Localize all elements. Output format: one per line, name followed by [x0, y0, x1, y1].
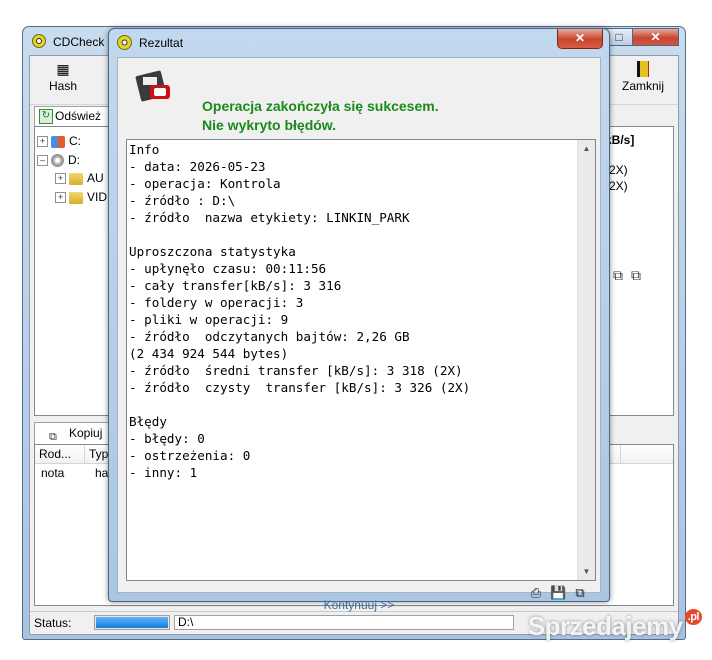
dialog-client-area: Operacja zakończyła się sukcesem. Nie wy…	[117, 57, 601, 612]
main-close-button[interactable]: ✕	[633, 28, 679, 46]
tree-item-label: D:	[68, 153, 80, 167]
hash-button-label: Hash	[48, 79, 77, 93]
tree-tab-strip: ↻ Odśwież	[30, 106, 120, 126]
watermark-badge: .pl	[684, 609, 702, 625]
tree-item-label: AU	[87, 171, 104, 185]
tree-item-label: C:	[69, 134, 81, 148]
status-progress-fill	[96, 617, 168, 628]
watermark-text: Sprzedajemy	[527, 611, 683, 641]
result-dialog: Rezultat ✕ Operacja zakończyła się sukce…	[108, 28, 610, 612]
cd-drive-icon	[51, 154, 64, 168]
cdcheck-app-icon	[32, 34, 46, 48]
cdcheck-dialog-icon	[117, 35, 132, 50]
report-textbox[interactable]: Info - data: 2026-05-23 - operacja: Kont…	[126, 139, 596, 581]
column-header-kind[interactable]: Rod...	[35, 445, 85, 463]
hash-button[interactable]: ▦ Hash	[34, 58, 92, 100]
collapse-icon[interactable]: –	[37, 155, 48, 167]
continue-button[interactable]: Kontynuuj >>	[118, 598, 600, 612]
copy-report-icon[interactable]: ⧉	[613, 267, 631, 283]
scroll-up-arrow-icon[interactable]: ▲	[578, 140, 595, 157]
copy-icons: ⧉⧉	[613, 267, 649, 284]
success-message: Operacja zakończyła się sukcesem.	[202, 98, 439, 114]
close-app-button[interactable]: Zamknij	[614, 58, 672, 100]
maximize-button[interactable]: □	[606, 28, 633, 46]
scroll-down-arrow-icon[interactable]: ▼	[578, 563, 595, 580]
refresh-icon: ↻	[39, 109, 53, 124]
watermark: Sprzedajemy .pl	[527, 609, 702, 642]
status-label: Status:	[34, 616, 72, 630]
exit-door-icon	[637, 61, 649, 77]
tree-item-d[interactable]: – D:	[37, 152, 80, 168]
tab-refresh[interactable]: ↻ Odśwież	[34, 106, 118, 126]
tree-item-c[interactable]: + C:	[37, 133, 81, 149]
tab-refresh-label: Odśwież	[55, 109, 102, 123]
expand-icon[interactable]: +	[55, 173, 66, 185]
hash-icon: ▦	[56, 61, 70, 77]
dialog-title: Rezultat	[139, 36, 184, 50]
tab-copy[interactable]: ⧉ Kopiuj	[34, 422, 110, 444]
report-text: Info - data: 2026-05-23 - operacja: Kont…	[129, 142, 471, 480]
hard-drive-icon	[51, 135, 65, 148]
folder-icon	[69, 191, 83, 204]
status-progress-bar	[94, 615, 170, 630]
tree-item-folder[interactable]: + VID	[55, 189, 107, 205]
tab-copy-label: Kopiuj	[69, 426, 103, 440]
disk-check-icon	[134, 70, 170, 102]
tree-item-folder[interactable]: + AU	[55, 170, 104, 186]
status-path: D:\	[174, 615, 514, 630]
no-errors-message: Nie wykryto błędów.	[202, 117, 337, 133]
copy-icon[interactable]: ⧉	[631, 267, 649, 283]
folder-icon	[69, 172, 83, 185]
expand-icon[interactable]: +	[55, 192, 66, 204]
report-scrollbar[interactable]: ▲ ▼	[577, 140, 595, 580]
tree-item-label: VID	[87, 190, 108, 204]
dialog-close-button[interactable]: ✕	[557, 29, 603, 49]
expand-icon[interactable]: +	[37, 136, 48, 148]
main-window-title: CDCheck -	[53, 35, 112, 49]
transfer-info-pane: kB/s] (2X) (2X) ⧉⧉	[600, 126, 674, 416]
close-app-label: Zamknij	[621, 79, 664, 93]
list-cell-kind: nota	[41, 466, 65, 480]
